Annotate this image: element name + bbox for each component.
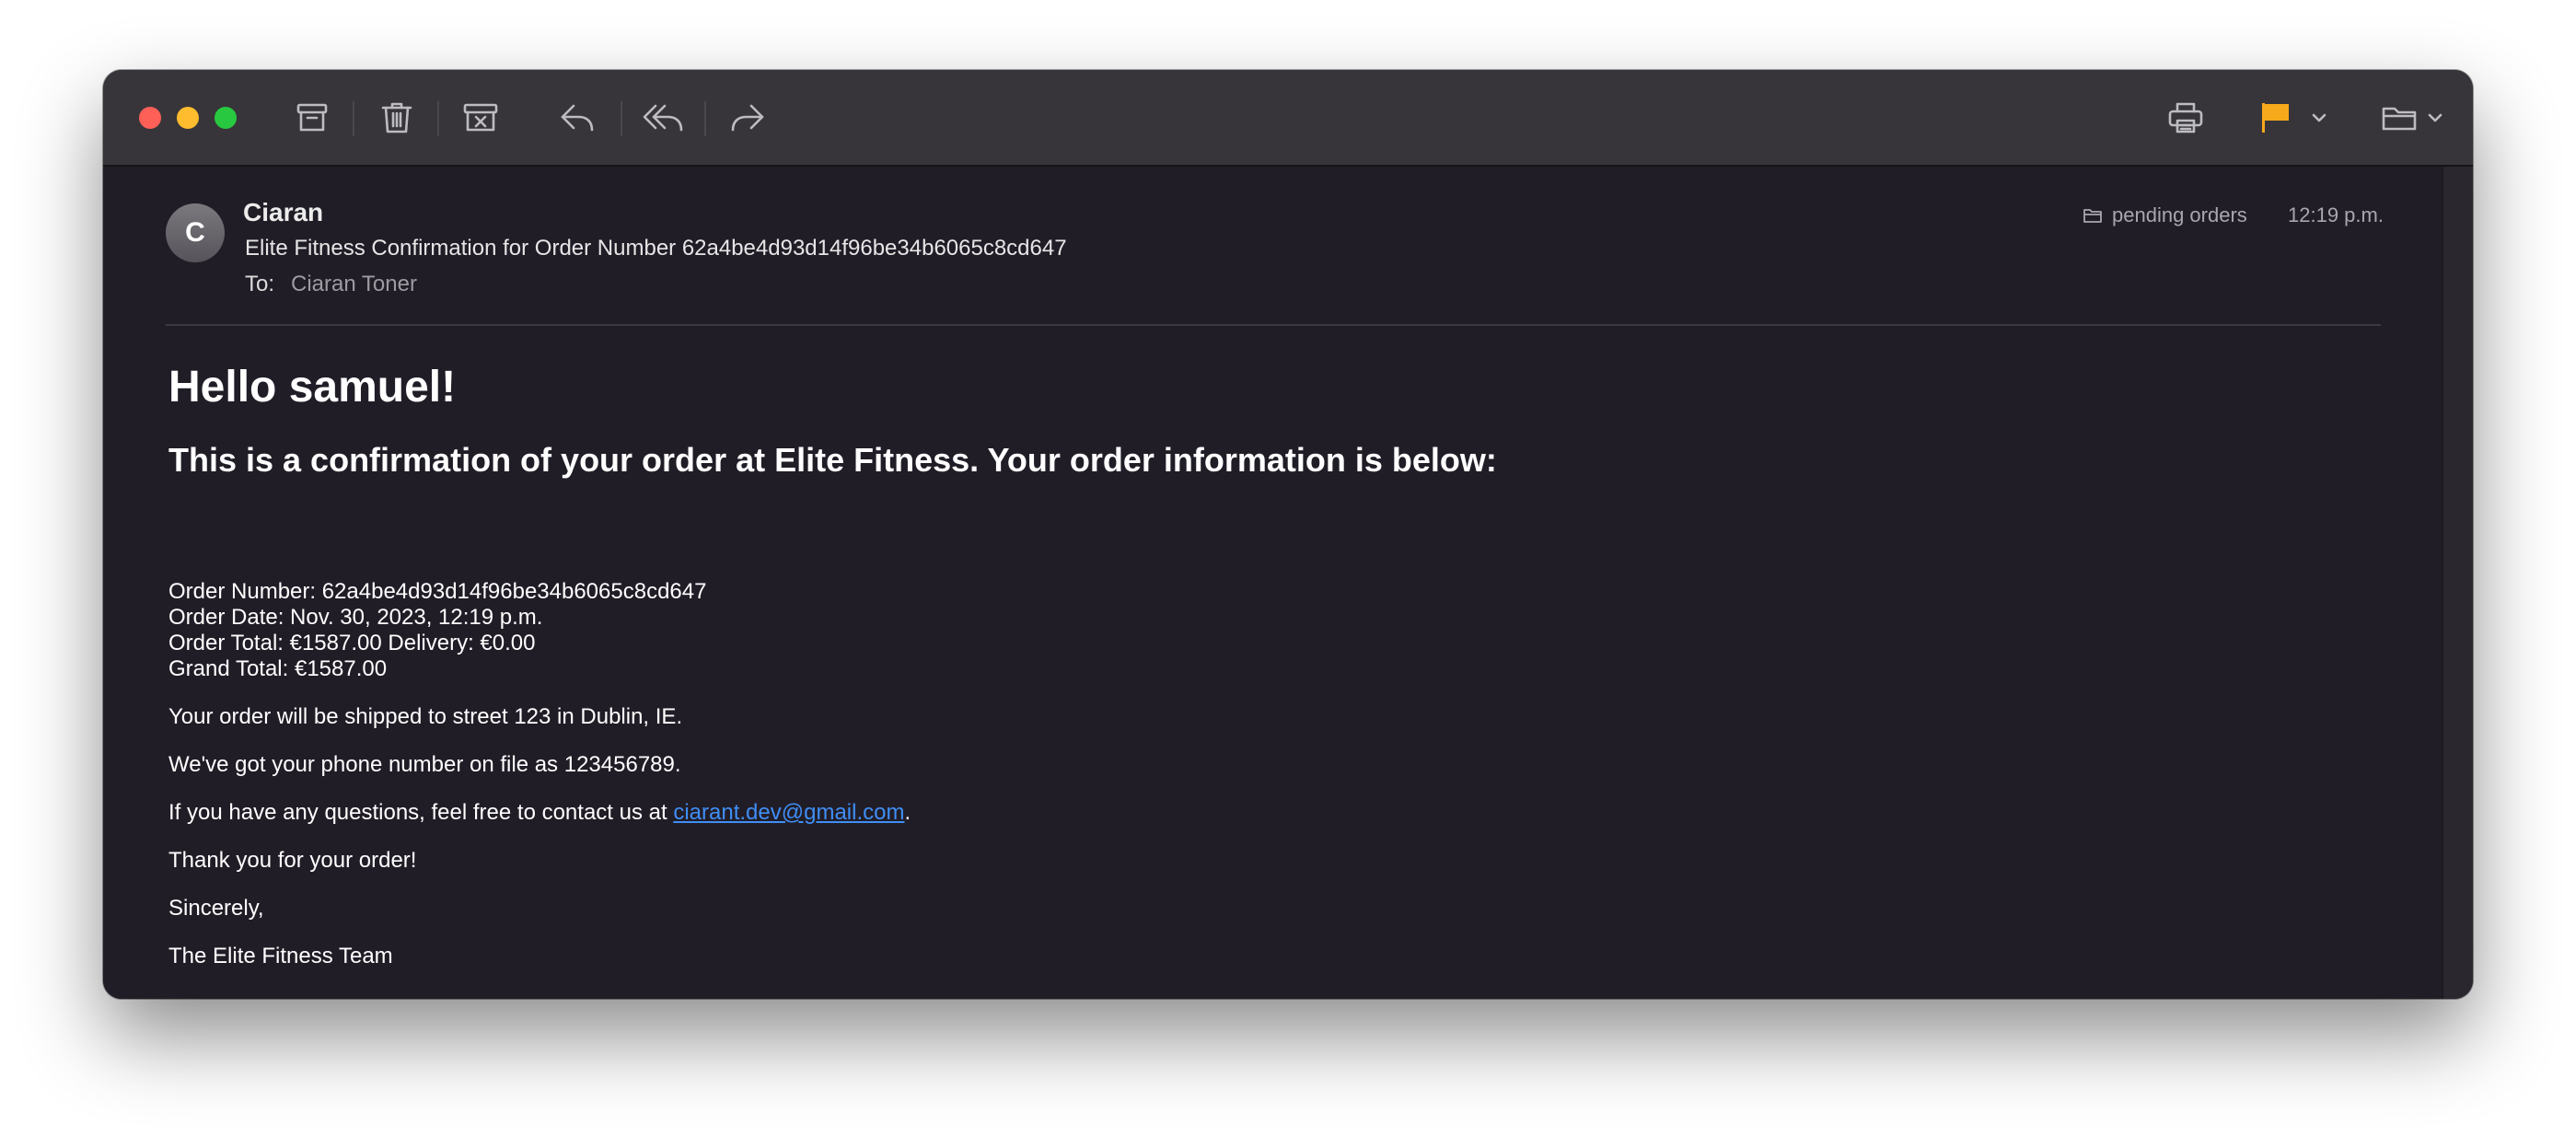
to-label: To:: [245, 272, 275, 296]
archive-button[interactable]: [290, 96, 334, 140]
forward-icon: [731, 104, 764, 132]
close-window-button[interactable]: [139, 107, 161, 129]
reply-icon: [561, 104, 594, 132]
toolbar-separator: [437, 101, 439, 136]
subject-line: Elite Fitness Confirmation for Order Num…: [245, 236, 1067, 261]
mailbox-name: pending orders: [2112, 203, 2247, 226]
minimize-window-button[interactable]: [177, 107, 199, 129]
flag-button[interactable]: [2253, 96, 2297, 140]
contact-prefix: If you have any questions, feel free to …: [168, 800, 674, 825]
message-view: C Ciaran Elite Fitness Confirmation for …: [103, 167, 2443, 999]
toolbar-separator: [704, 101, 706, 136]
signature-line: The Elite Fitness Team: [168, 944, 393, 968]
phone-info: We've got your phone number on file as 1…: [168, 752, 681, 777]
zoom-window-button[interactable]: [215, 107, 237, 129]
order-total: Order Total: €1587.00 Delivery: €0.00: [168, 631, 536, 655]
toolbar: [103, 70, 2473, 167]
mail-window: C Ciaran Elite Fitness Confirmation for …: [103, 70, 2473, 999]
print-button[interactable]: [2164, 96, 2208, 140]
contact-line: If you have any questions, feel free to …: [168, 800, 911, 826]
sincerely-line: Sincerely,: [168, 896, 264, 921]
scrollbar[interactable]: [2443, 167, 2473, 999]
forward-button[interactable]: [725, 96, 770, 140]
reply-button[interactable]: [555, 96, 599, 140]
toolbar-separator: [621, 101, 622, 136]
folder-icon: [2083, 209, 2102, 223]
reply-all-icon: [643, 104, 683, 132]
junk-button[interactable]: [458, 96, 503, 140]
grand-total: Grand Total: €1587.00: [168, 656, 388, 681]
recipient-name[interactable]: Ciaran Toner: [291, 272, 417, 297]
sender-name: Ciaran: [243, 198, 324, 226]
folder-icon: [2382, 107, 2417, 131]
chevron-down-icon: [2428, 113, 2443, 122]
trash-icon: [381, 102, 412, 133]
header-divider: [166, 324, 2381, 326]
folder-menu-button[interactable]: [2423, 96, 2447, 140]
shipping-info: Your order will be shipped to street 123…: [168, 704, 683, 729]
move-to-folder-button[interactable]: [2377, 96, 2421, 140]
toolbar-separator: [353, 101, 354, 136]
junk-icon: [463, 103, 498, 132]
chevron-down-icon: [2312, 113, 2327, 122]
flag-icon: [2262, 103, 2289, 133]
order-date: Order Date: Nov. 30, 2023, 12:19 p.m.: [168, 605, 543, 630]
print-icon: [2168, 102, 2203, 133]
order-number: Order Number: 62a4be4d93d14f96be34b6065c…: [168, 579, 707, 604]
flag-menu-button[interactable]: [2307, 96, 2331, 140]
avatar: C: [166, 203, 225, 262]
received-time: 12:19 p.m.: [2288, 203, 2384, 226]
reply-all-button[interactable]: [641, 96, 685, 140]
delete-button[interactable]: [375, 96, 419, 140]
archive-icon: [296, 103, 328, 132]
contact-email-link[interactable]: ciarant.dev@gmail.com: [673, 800, 904, 825]
mailbox-indicator[interactable]: pending orders: [2083, 203, 2247, 227]
thanks-line: Thank you for your order!: [168, 848, 417, 873]
contact-suffix: .: [904, 800, 911, 825]
email-greeting: Hello samuel!: [168, 363, 457, 412]
email-confirmation-heading: This is a confirmation of your order at …: [168, 441, 1497, 479]
